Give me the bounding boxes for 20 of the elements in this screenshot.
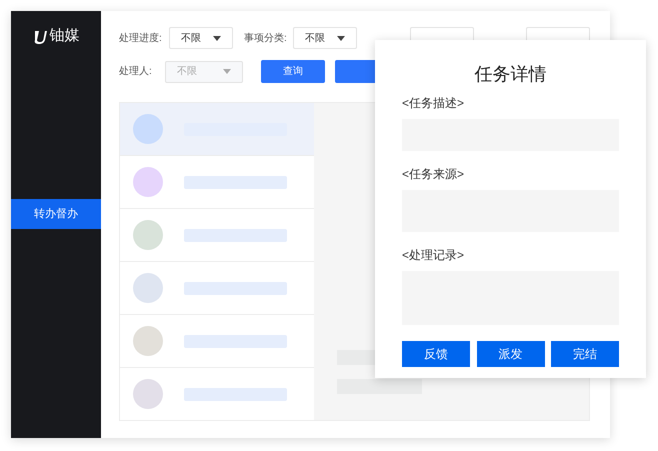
- filter-label: 事项分类:: [244, 32, 288, 46]
- caret-icon: [223, 69, 231, 74]
- dialog-button[interactable]: 派发: [476, 341, 544, 367]
- caret-icon: [213, 36, 221, 40]
- list-row[interactable]: [120, 103, 314, 155]
- filter-label: 处理人:: [119, 64, 153, 79]
- dropdown[interactable]: 不限: [169, 27, 233, 49]
- logo-text: 铀媒: [50, 26, 80, 46]
- sidebar-item[interactable]: 转办督办: [11, 199, 101, 229]
- caret-icon: [337, 36, 345, 40]
- dropdown[interactable]: 不限: [293, 27, 357, 49]
- logo-icon: [32, 28, 46, 44]
- section-label: <处理记录>: [402, 247, 466, 264]
- dialog-button[interactable]: 完结: [551, 341, 619, 367]
- action-button[interactable]: 查询: [261, 60, 325, 83]
- dialog-title: 任务详情: [474, 63, 548, 86]
- section-label: <任务描述>: [402, 95, 466, 112]
- filter-label: 处理进度:: [119, 32, 163, 46]
- dialog-button[interactable]: 反馈: [402, 341, 470, 367]
- section-label: <任务来源>: [402, 166, 466, 183]
